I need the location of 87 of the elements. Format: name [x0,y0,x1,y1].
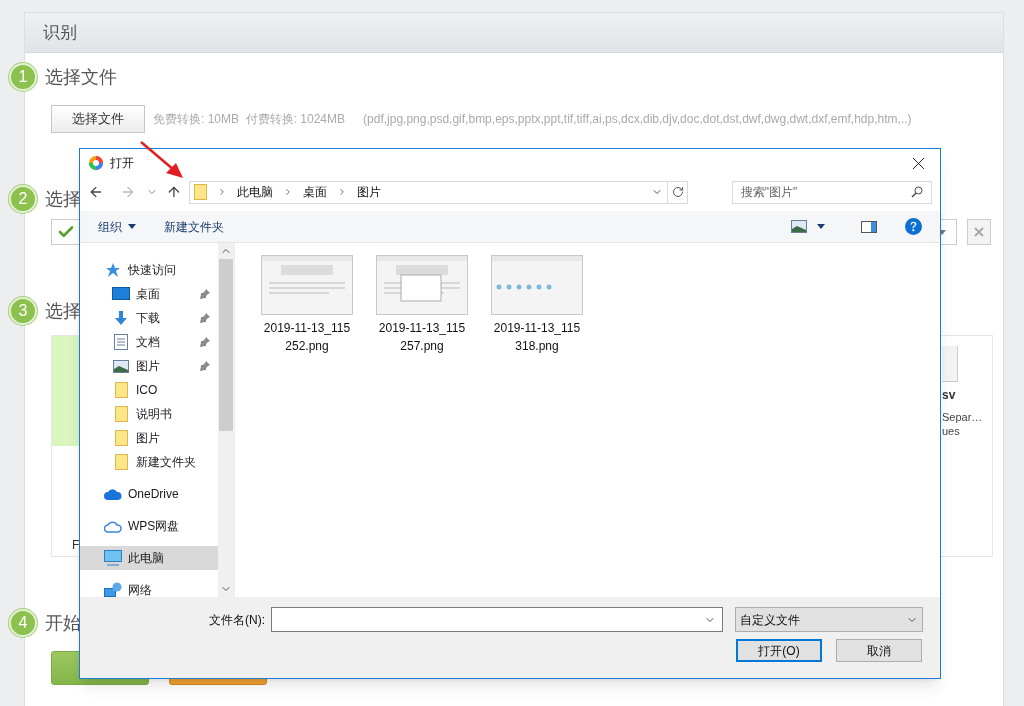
file-name: 318.png [515,338,559,355]
app-logo-icon [88,155,104,171]
nav-pane-item[interactable]: 下载 [80,306,218,330]
pointer-arrow-drawing [140,141,184,179]
step-number: 2 [9,185,37,213]
file-item[interactable]: 2019-11-13_115 318.png [489,255,585,355]
format-name: sv [942,387,957,404]
network-icon [104,582,122,597]
breadcrumb-item[interactable]: 桌面 [303,183,328,201]
document-icon [114,334,128,350]
file-name: 252.png [285,338,329,355]
file-name: 2019-11-13_115 [378,320,466,337]
pin-icon[interactable] [200,361,210,371]
nav-pane-item[interactable]: 桌面 [80,282,218,306]
step-title: 选择文件 [45,65,117,89]
choose-file-button[interactable]: 选择文件 [51,105,145,133]
step-number: 3 [9,297,37,325]
file-item[interactable]: 2019-11-13_115 257.png [374,255,470,355]
step-title: 选择 [45,187,81,211]
cloud-icon [104,488,122,500]
folder-icon [114,454,128,470]
dialog-button[interactable]: 打开(O) [736,639,822,662]
dialog-button[interactable]: 取消 [836,639,922,662]
file-type-dropdown[interactable]: 自定义文件 [735,607,923,632]
panel-title: 识别 [43,21,77,44]
nav-pane-item[interactable]: OneDrive [80,482,218,506]
format-tile[interactable] [52,336,82,446]
nav-pane-item[interactable]: ICO [80,378,218,402]
picture-icon [791,220,807,233]
step-title: 选择 [45,299,81,323]
caret-icon [817,224,825,229]
nav-pane-item[interactable]: 说明书 [80,402,218,426]
step-number: 1 [9,63,37,91]
nav-pane-item[interactable]: 新建文件夹 [80,450,218,474]
computer-icon [104,550,122,566]
close-icon [912,157,924,169]
organize-menu[interactable]: 组织 [98,217,136,236]
monitor-icon [112,287,130,301]
scrollbar[interactable] [218,243,234,597]
caret-icon [128,224,136,229]
close-icon [974,227,984,237]
folder-icon [114,406,128,422]
nav-pane-item[interactable]: 网络 [80,578,218,597]
file-name: 257.png [400,338,444,355]
folder-icon [194,184,208,200]
cloud-icon [104,519,122,533]
search-icon [910,186,923,198]
help-icon[interactable] [905,218,922,235]
step-number: 4 [9,609,37,637]
dialog-title: 打开 [110,155,134,172]
breadcrumb-item[interactable]: 此电脑 [237,183,274,201]
filename-label: 文件名(N): [209,611,266,629]
format-card[interactable]: sv Separ… ues [940,336,992,556]
refresh-icon [671,186,684,198]
picture-icon [113,359,129,373]
nav-pane-item[interactable]: 快速访问 [80,258,218,282]
nav-pane-item[interactable]: WPS网盘 [80,514,218,538]
folder-icon [114,382,128,398]
down-arrow-icon [113,310,129,326]
scroll-thumb[interactable] [219,259,233,431]
search-input[interactable]: 搜索"图片" [740,183,911,201]
nav-pane-item[interactable]: 文档 [80,330,218,354]
back-icon[interactable] [88,184,104,200]
folder-icon [114,430,128,446]
pin-icon[interactable] [200,337,210,347]
size-limits: 免费转换: 10MB 付费转换: 1024MB [153,111,346,128]
file-item[interactable]: 2019-11-13_115 252.png [259,255,355,355]
preview-pane-icon[interactable] [861,220,877,233]
file-name: 2019-11-13_115 [493,320,581,337]
nav-pane-item[interactable]: 此电脑 [80,546,218,570]
format-label: F [72,537,81,554]
step-title: 开始 [45,611,81,635]
format-description: ues [942,424,961,438]
supported-formats: (pdf,jpg,png,psd,gif,bmp,eps,pptx,ppt,tif,tiff,ai,ps,dcx,dib,djv,doc,dot,dst,dwf,dwg,dwt,dxf,emf,hdp,htm,..) [363,111,912,128]
search-field[interactable]: 搜索"图片" [731,180,932,204]
pin-icon[interactable] [200,313,210,323]
address-bar[interactable]: 此电脑 桌面 图片 [189,180,689,204]
format-description: Separ… [942,410,984,424]
star-icon [105,262,121,278]
pin-icon[interactable] [200,289,210,299]
breadcrumb-item[interactable]: 图片 [357,183,382,201]
new-folder-button[interactable]: 新建文件夹 [164,217,224,236]
filename-field[interactable] [271,607,723,632]
nav-pane-item[interactable]: 图片 [80,354,218,378]
nav-pane-item[interactable]: 图片 [80,426,218,450]
file-name: 2019-11-13_115 [263,320,351,337]
remove-button[interactable] [967,219,991,245]
